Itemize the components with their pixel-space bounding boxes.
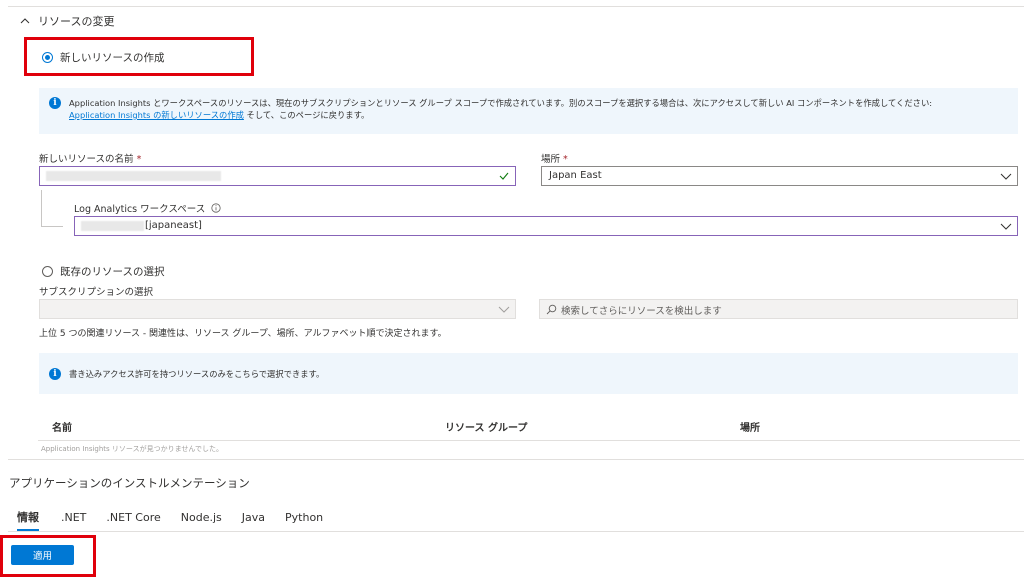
top-divider [8, 6, 1024, 7]
info-circle-icon[interactable] [211, 203, 221, 213]
chevron-up-icon [20, 18, 30, 24]
resource-name-input[interactable] [39, 166, 516, 186]
scope-info-line2: そして、このページに戻ります。 [243, 110, 370, 120]
write-access-info-text: 書き込みアクセス許可を持つリソースのみをこちらで選択できます。 [69, 368, 325, 379]
scope-info-line1: Application Insights とワークスペースのリソースは、現在のサ… [69, 98, 933, 108]
subscription-label: サブスクリプションの選択 [39, 287, 154, 298]
footer-divider [8, 531, 1024, 532]
col-header-location: 場所 [740, 423, 760, 434]
chevron-down-icon [1000, 173, 1012, 180]
tab-info[interactable]: 情報 [17, 509, 39, 531]
new-resource-radio[interactable]: 新しいリソースの作成 [42, 50, 164, 65]
scope-info-text: Application Insights とワークスペースのリソースは、現在のサ… [69, 97, 932, 121]
create-ai-resource-link[interactable]: Application Insights の新しいリソースの作成 [69, 110, 244, 120]
tree-connector-h [41, 226, 63, 227]
tab-java[interactable]: Java [242, 511, 265, 524]
checkmark-icon [499, 172, 509, 180]
existing-resource-radio[interactable]: 既存のリソースの選択 [42, 264, 164, 279]
search-placeholder: 検索してさらにリソースを検出します [561, 306, 722, 317]
tab-dotnet-core[interactable]: .NET Core [106, 511, 160, 524]
workspace-dropdown[interactable]: [japaneast] [74, 216, 1018, 236]
table-header-divider [38, 440, 1020, 441]
workspace-label: Log Analytics ワークスペース [74, 201, 221, 215]
tab-nodejs[interactable]: Node.js [181, 511, 222, 524]
section-divider [8, 459, 1024, 460]
location-dropdown[interactable]: Japan East [541, 166, 1018, 186]
resource-search-input[interactable]: 検索してさらにリソースを検出します [539, 299, 1018, 319]
existing-resource-radio-label: 既存のリソースの選択 [60, 266, 165, 278]
chevron-down-icon [1000, 223, 1012, 230]
top5-description: 上位 5 つの関連リソース - 関連性は、リソース グループ、場所、アルファベッ… [39, 329, 447, 339]
empty-table-message: Application Insights リソースが見つかりませんでした。 [41, 445, 224, 453]
tree-connector [41, 190, 42, 226]
location-label: 場所 * [541, 154, 568, 165]
radio-unselected-icon[interactable] [42, 266, 53, 277]
location-value: Japan East [549, 170, 602, 181]
col-header-resource-group: リソース グループ [445, 423, 528, 434]
redacted-value [46, 171, 221, 181]
workspace-value: [japaneast] [145, 220, 202, 231]
instrumentation-title: アプリケーションのインストルメンテーション [9, 476, 250, 490]
col-header-name: 名前 [52, 423, 72, 434]
chevron-down-icon [498, 306, 510, 313]
change-resource-header[interactable]: リソースの変更 [20, 13, 114, 29]
new-resource-radio-label: 新しいリソースの作成 [60, 52, 165, 64]
search-icon [546, 304, 557, 315]
tab-dotnet[interactable]: .NET [61, 511, 86, 524]
change-resource-title: リソースの変更 [38, 15, 115, 28]
scope-info-bar: i Application Insights とワークスペースのリソースは、現在… [39, 88, 1018, 134]
resource-name-label: 新しいリソースの名前 * [39, 154, 142, 165]
info-icon: i [49, 367, 61, 380]
info-icon: i [49, 97, 61, 109]
radio-selected-icon[interactable] [42, 52, 53, 63]
instrumentation-tabs: 情報 .NET .NET Core Node.js Java Python [17, 509, 343, 531]
tab-python[interactable]: Python [285, 511, 323, 524]
apply-button[interactable]: 適用 [11, 545, 74, 565]
subscription-dropdown[interactable] [39, 299, 516, 319]
redacted-value [81, 221, 144, 231]
write-access-info-bar: i 書き込みアクセス許可を持つリソースのみをこちらで選択できます。 [39, 353, 1018, 394]
